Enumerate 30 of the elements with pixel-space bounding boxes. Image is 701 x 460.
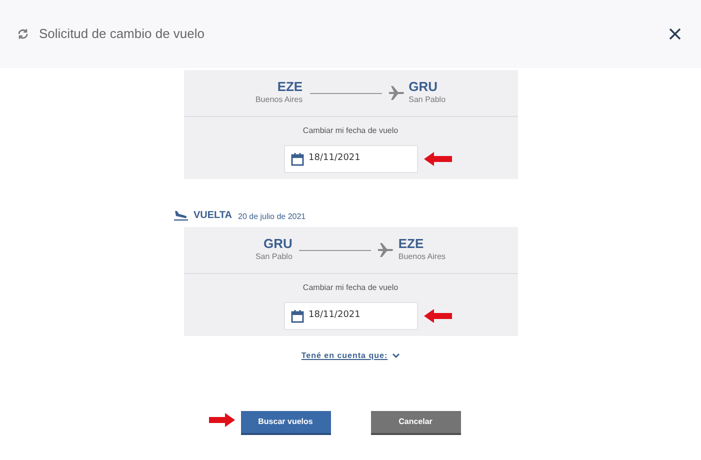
note-link[interactable]: Tené en cuenta que:: [301, 350, 400, 362]
plane-landing-icon: [174, 209, 188, 221]
city-name: San Pablo: [408, 94, 446, 106]
refresh-icon: [17, 28, 29, 40]
date-field[interactable]: 18/11/2021: [284, 145, 418, 173]
date-field[interactable]: 18/11/2021: [284, 302, 418, 330]
date-value: 18/11/2021: [308, 152, 360, 166]
calendar-icon: [290, 310, 304, 322]
cancel-button[interactable]: Cancelar: [370, 411, 460, 435]
dialog-title: Solicitud de cambio de vuelo: [39, 25, 204, 44]
leg-date: 20 de julio de 2021: [238, 213, 306, 221]
pointer-arrow-icon: [424, 152, 452, 166]
city-name: Buenos Aires: [255, 94, 303, 106]
change-date-label: Cambiar mi fecha de vuelo: [302, 125, 398, 137]
pointer-arrow-icon: [424, 309, 452, 323]
airport-code: EZE: [277, 80, 303, 94]
airport-code: GRU: [408, 80, 438, 94]
airport-code: EZE: [398, 237, 425, 251]
plane-icon: [388, 86, 405, 100]
change-date-label: Cambiar mi fecha de vuelo: [302, 282, 398, 294]
search-button[interactable]: Buscar vuelos: [240, 411, 330, 435]
airport-code: GRU: [264, 237, 292, 251]
pointer-arrow-icon: [208, 413, 234, 427]
leg-label: VUELTA: [194, 211, 232, 221]
calendar-icon: [290, 152, 304, 166]
date-value: 18/11/2021: [308, 309, 360, 322]
city-name: San Pablo: [255, 251, 292, 263]
close-button[interactable]: [668, 27, 682, 41]
plane-icon: [378, 243, 394, 257]
city-name: Buenos Aires: [398, 251, 446, 263]
